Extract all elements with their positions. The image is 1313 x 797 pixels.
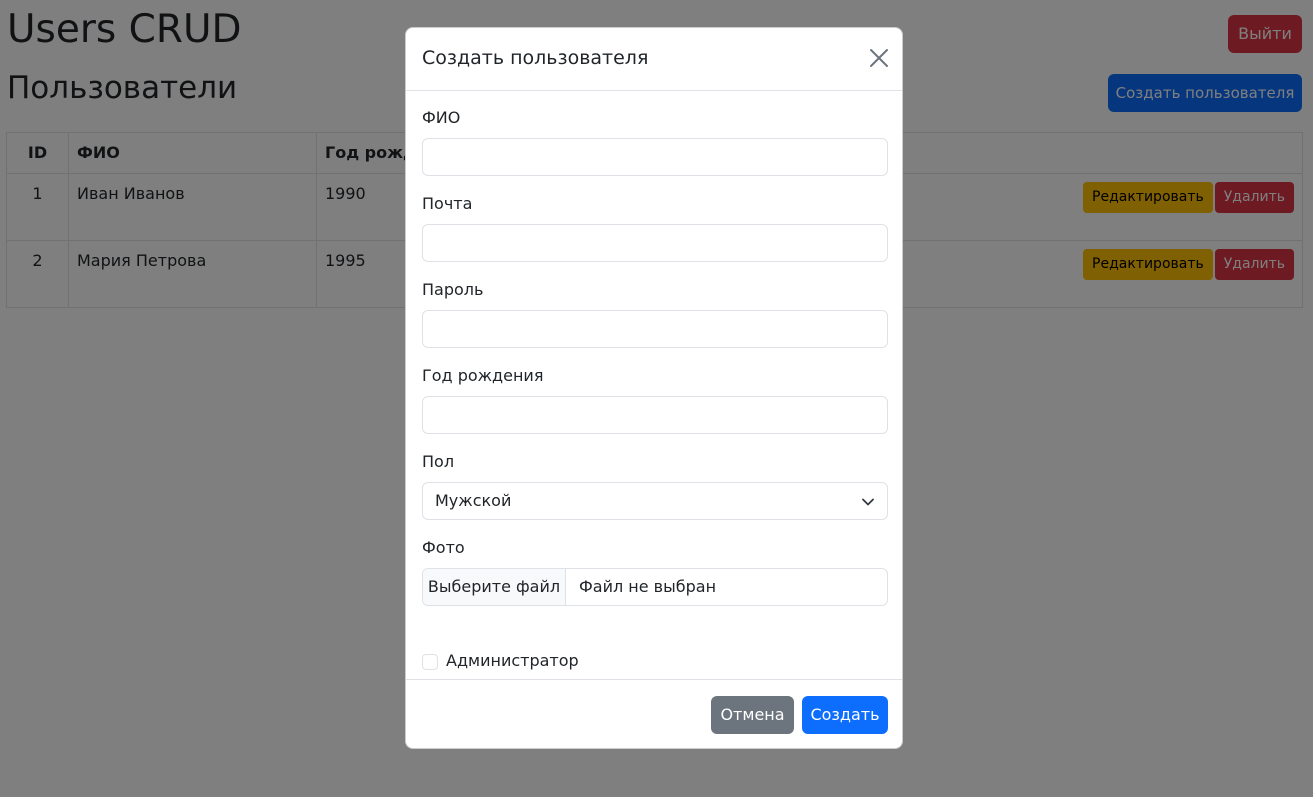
create-user-modal: Создать пользователя ФИО Почта Пароль Го… — [405, 27, 903, 749]
photo-file-input[interactable]: Выберите файл Файл не выбран — [422, 568, 888, 606]
email-label: Почта — [422, 194, 473, 213]
birth-year-input[interactable] — [422, 396, 888, 434]
modal-header: Создать пользователя — [406, 28, 902, 91]
submit-button[interactable]: Создать — [802, 696, 888, 734]
cancel-button[interactable]: Отмена — [711, 696, 794, 734]
fio-label: ФИО — [422, 108, 461, 127]
gender-select[interactable]: Мужской — [422, 482, 888, 520]
admin-checkbox[interactable] — [422, 654, 438, 670]
chevron-down-icon — [862, 498, 874, 506]
modal-title: Создать пользователя — [422, 47, 649, 69]
admin-checkbox-label[interactable]: Администратор — [446, 649, 579, 673]
email-input[interactable] — [422, 224, 888, 262]
modal-footer: Отмена Создать — [406, 679, 902, 748]
photo-label: Фото — [422, 538, 465, 557]
choose-file-button[interactable]: Выберите файл — [423, 569, 566, 605]
close-icon — [870, 49, 888, 67]
birth-year-label: Год рождения — [422, 366, 544, 385]
gender-label: Пол — [422, 452, 455, 471]
close-button[interactable] — [868, 47, 890, 69]
gender-select-value: Мужской — [435, 491, 512, 510]
password-label: Пароль — [422, 280, 484, 299]
fio-input[interactable] — [422, 138, 888, 176]
file-status-text: Файл не выбран — [579, 577, 717, 596]
password-input[interactable] — [422, 310, 888, 348]
